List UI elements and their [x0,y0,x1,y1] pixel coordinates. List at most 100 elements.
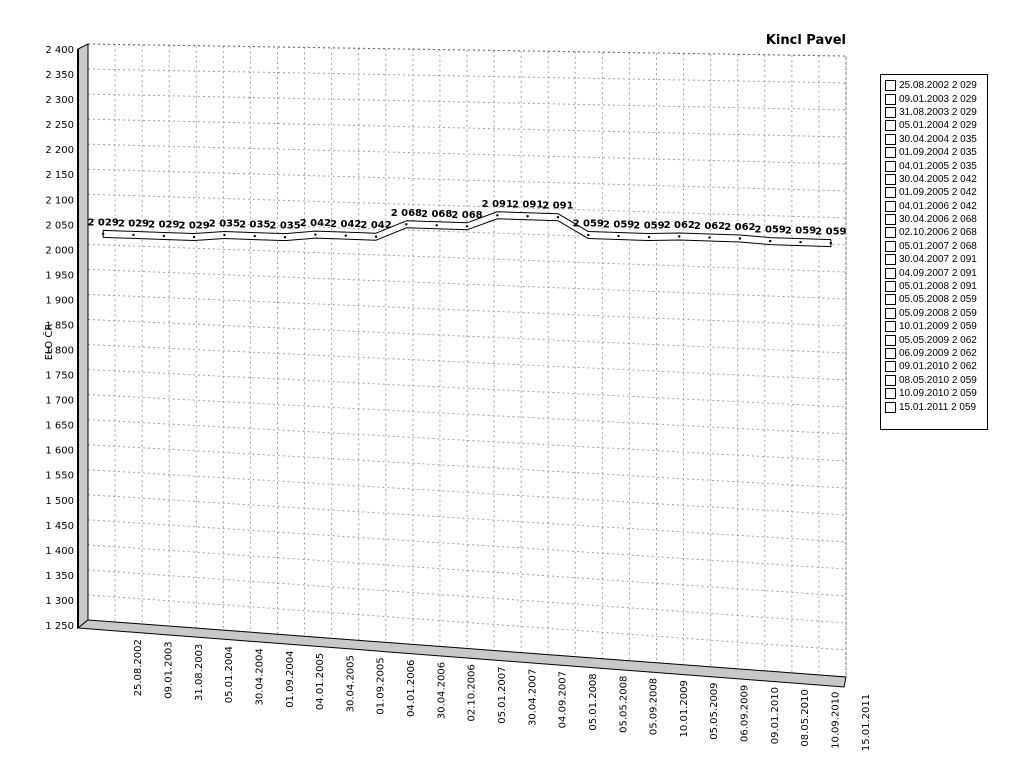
legend-label: 30.04.2004 2 035 [899,133,977,145]
legend-item: 30.04.2007 2 091 [885,253,987,266]
series-point [829,241,833,245]
y-tick-label: 2 050 [45,220,74,231]
legend-item: 31.08.2003 2 029 [885,106,987,119]
data-label: 2 029 [118,218,149,229]
data-label: 2 091 [512,200,543,211]
data-label: 2 068 [391,208,422,219]
legend: 25.08.2002 2 029 09.01.2003 2 029 31.08.20… [880,74,988,430]
legend-item: 30.04.2005 2 042 [885,173,987,186]
x-tick-label: 05.01.2008 [588,673,599,730]
series-point [253,234,256,238]
legend-label: 01.09.2004 2 035 [899,147,977,159]
legend-label: 30.04.2007 2 091 [899,254,977,266]
legend-swatch [885,321,896,333]
legend-label: 15.01.2011 2 059 [899,401,977,413]
series-point [192,235,196,239]
data-label: 2 059 [755,225,786,236]
x-tick-label: 30.04.2007 [527,669,538,726]
data-label: 2 062 [724,222,755,233]
legend-swatch [885,106,896,118]
legend-item: 08.05.2010 2 059 [885,374,987,387]
x-tick-label: 05.05.2008 [618,676,629,733]
x-tick-label: 08.05.2010 [800,689,811,746]
x-tick-label: 04.09.2007 [558,671,569,728]
y-tick-label: 1 250 [45,621,74,632]
h-gridline [87,268,847,300]
x-tick-label: 06.09.2009 [740,685,751,742]
x-tick-label: 04.01.2005 [315,653,326,710]
y-tick-label: 2 100 [45,195,74,206]
x-tick-label: 04.01.2006 [406,660,417,717]
legend-label: 10.09.2010 2 059 [899,388,977,400]
legend-item: 01.09.2004 2 035 [885,146,987,159]
chart-title: Kincl Pavel [766,33,846,48]
legend-label: 09.01.2010 2 062 [899,361,977,373]
data-label: 2 059 [785,226,816,237]
y-tick-label: 1 500 [45,496,74,507]
legend-item: 10.09.2010 2 059 [885,387,987,400]
series-point [283,235,287,239]
legend-swatch [885,267,896,279]
y-tick-label: 1 400 [45,546,74,557]
x-tick-label: 01.09.2005 [376,657,387,714]
legend-label: 05.01.2004 2 029 [899,120,977,132]
legend-swatch [885,281,896,293]
legend-item: 09.01.2003 2 029 [885,92,987,105]
series-point [708,236,711,239]
series-point [435,224,438,227]
legend-swatch [885,334,896,346]
legend-item: 15.01.2011 2 059 [885,400,987,413]
legend-item: 04.09.2007 2 091 [885,266,987,279]
y-tick-label: 1 350 [45,571,74,582]
legend-swatch [885,361,896,373]
legend-label: 30.04.2006 2 068 [899,214,977,226]
x-tick-label: 15.01.2011 [861,694,872,751]
chart: 1 250 1 300 1 350 1 400 1 450 1 500 1 550 1 600… [42,33,872,751]
x-tick-label: 05.01.2007 [497,667,508,724]
x-tick-label: 10.01.2009 [679,680,690,737]
legend-item: 30.04.2004 2 035 [885,133,987,146]
data-label: 2 035 [209,219,240,230]
x-tick-label: 01.09.2004 [285,651,296,708]
legend-swatch [885,401,896,413]
series-point [405,223,408,226]
x-tick-label: 31.08.2003 [194,644,205,701]
y-tick-label: 1 950 [45,270,74,281]
legend-label: 05.01.2008 2 091 [899,281,977,293]
data-label: 2 059 [603,220,634,231]
y-tick-label: 1 650 [45,421,74,432]
legend-label: 05.05.2009 2 062 [899,334,977,346]
legend-swatch [885,133,896,145]
legend-item: 04.01.2006 2 042 [885,200,987,213]
data-label: 2 042 [330,219,361,230]
x-tick-label: 10.09.2010 [831,692,842,749]
data-label: 2 068 [421,209,452,220]
legend-swatch [885,254,896,266]
x-tick-label: 30.04.2005 [345,655,356,712]
h-gridline [87,344,847,381]
y-tick-label: 2 400 [45,45,74,56]
legend-item: 02.10.2006 2 068 [885,226,987,239]
x-tick-label: 09.01.2010 [770,687,781,744]
series-point [799,240,802,244]
y-tick-label: 1 700 [45,396,74,407]
legend-label: 30.04.2005 2 042 [899,173,977,185]
data-label: 2 042 [300,218,331,229]
left-wall [77,43,89,630]
legend-item: 06.09.2009 2 062 [885,347,987,360]
legend-label: 09.01.2003 2 029 [899,93,977,105]
y-tick-label: 1 600 [45,446,74,457]
y-tick-label: 2 150 [45,170,74,181]
data-label: 2 035 [269,221,300,232]
series-point [769,239,772,243]
legend-item: 01.09.2005 2 042 [885,186,987,199]
y-tick-label: 1 450 [45,521,74,532]
data-label: 2 042 [360,220,391,231]
x-tick-label: 30.04.2004 [254,648,265,705]
legend-swatch [885,80,896,92]
legend-label: 01.09.2005 2 042 [899,187,977,199]
data-label: 2 062 [664,220,695,231]
y-tick-label: 2 300 [45,95,74,106]
y-tick-label: 2 000 [45,245,74,256]
data-label: 2 091 [482,199,513,210]
